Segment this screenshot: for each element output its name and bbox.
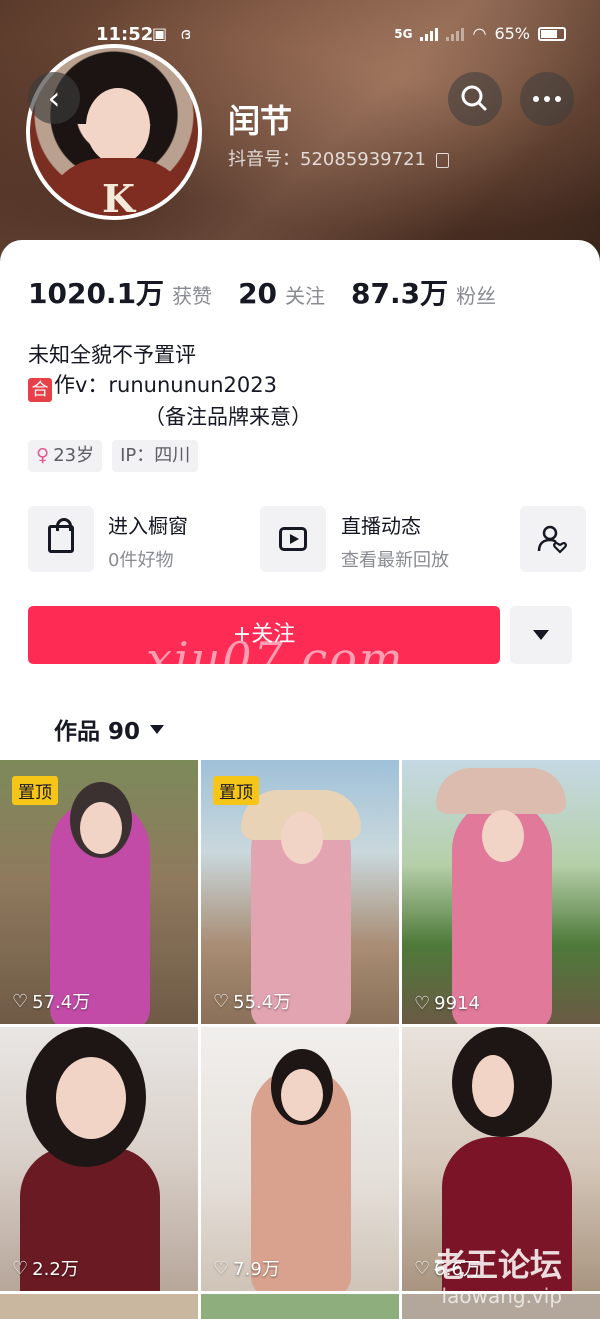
shop-title: 进入橱窗 (108, 514, 188, 538)
battery-icon (538, 26, 566, 41)
friend-button[interactable] (520, 506, 586, 572)
heart-outline-icon: ♡ (12, 1257, 29, 1279)
likes-count: 7.9万 (233, 1259, 280, 1280)
thumbnail-face (56, 1057, 126, 1139)
stat-value: 87.3万 (351, 277, 449, 310)
add-friend-heart-icon (537, 525, 567, 554)
pinned-badge: 置顶 (12, 776, 58, 805)
stat-followers[interactable]: 87.3万 粉丝 (351, 272, 496, 312)
thumbnail-face (80, 802, 122, 854)
battery-percent: 65% (494, 24, 530, 43)
avatar-jacket-letter: K (102, 176, 136, 220)
likes-count: 9914 (434, 993, 480, 1014)
video-likes: ♡ 2.2万 (12, 1255, 79, 1281)
bio-line: 未知全貌不予置评 (28, 343, 196, 367)
avatar-face (86, 88, 150, 164)
bio-contact: 作v：runununun2023 (54, 373, 277, 397)
profile-stats: 1020.1万 获赞 20 关注 87.3万 粉丝 (28, 272, 522, 312)
wifi-icon: ◠ (472, 24, 487, 43)
age-label: 23岁 (53, 445, 95, 466)
status-indicators: 5G ◠ 65% (394, 24, 566, 43)
thumbnail-face (281, 1069, 323, 1121)
video-thumbnail[interactable]: ♡ 2.2万 (0, 1027, 198, 1291)
profile-bio: 未知全貌不予置评 合作v：runununun2023 （备注品牌来意） (28, 340, 312, 432)
shopping-bag-icon (48, 518, 74, 553)
female-icon: ♀ (36, 445, 50, 466)
more-dot-icon (533, 96, 539, 102)
copy-icon[interactable] (435, 152, 449, 168)
works-tab-label: 作品 90 (54, 719, 141, 745)
video-likes: ♡ 55.4万 (213, 988, 291, 1014)
more-dot-icon (555, 96, 561, 102)
shop-subtitle: 0件好物 (108, 550, 174, 571)
heart-outline-icon: ♡ (414, 1257, 431, 1279)
likes-count: 57.4万 (32, 992, 91, 1013)
tab-works[interactable]: 作品 90 (54, 712, 165, 746)
back-button[interactable]: ‹ (28, 72, 80, 124)
video-thumbnail[interactable]: ♡ 9914 (402, 760, 600, 1024)
heart-outline-icon: ♡ (414, 993, 431, 1014)
chevron-left-icon: ‹ (47, 79, 61, 117)
status-bar: 11:52 ▣ ദ 5G ◠ 65% (0, 22, 600, 52)
account-id-row[interactable]: 抖音号：52085939721 (228, 145, 449, 171)
account-id: 抖音号：52085939721 (228, 149, 426, 170)
thumbnail-hat (436, 768, 566, 814)
live-subtitle: 查看最新回放 (341, 550, 449, 571)
ip-tag: IP：四川 (112, 440, 199, 472)
watermark-text: xiu07.com (146, 632, 405, 686)
signal-icon (420, 27, 439, 41)
video-likes: ♡ 57.4万 (12, 988, 90, 1014)
search-button[interactable] (448, 72, 502, 126)
watermark-title: 老王论坛 (434, 1246, 563, 1284)
heart-outline-icon: ♡ (12, 990, 29, 1012)
heart-outline-icon: ♡ (213, 1257, 230, 1279)
more-options-button[interactable] (520, 72, 574, 126)
stat-following[interactable]: 20 关注 (238, 277, 325, 310)
video-thumbnail[interactable]: 置顶 ♡ 57.4万 (0, 760, 198, 1024)
live-icon-box (260, 506, 326, 572)
pinned-badge: 置顶 (213, 776, 259, 805)
stat-likes[interactable]: 1020.1万 获赞 (28, 272, 212, 312)
thumbnail-face (482, 810, 524, 862)
likes-count: 2.2万 (32, 1259, 79, 1280)
video-thumbnail[interactable] (0, 1294, 198, 1319)
avatar[interactable]: K (26, 44, 202, 220)
profile-tags: ♀ 23岁 IP：四川 (28, 440, 199, 472)
stat-label: 获赞 (172, 284, 213, 308)
network-type: 5G (394, 26, 413, 41)
video-likes: ♡ 9914 (414, 993, 480, 1014)
signal-sim2-icon (446, 27, 465, 41)
bio-line: （备注品牌来意） (144, 405, 312, 429)
status-time: 11:52 (96, 24, 154, 45)
likes-count: 55.4万 (233, 992, 292, 1013)
video-thumbnail[interactable]: 置顶 ♡ 55.4万 (201, 760, 399, 1024)
profile-card: 1020.1万 获赞 20 关注 87.3万 粉丝 未知全貌不予置评 合作v：r… (0, 240, 600, 1319)
bio-line: 合作v：runununun2023 (28, 370, 312, 402)
thumbnail-face (472, 1055, 514, 1117)
shop-icon-box (28, 506, 94, 572)
age-tag: ♀ 23岁 (28, 440, 103, 472)
search-icon (461, 85, 487, 111)
forum-watermark: 老王论坛 laowang.vip (434, 1240, 562, 1308)
stat-value: 1020.1万 (28, 277, 165, 310)
cooperation-badge: 合 (28, 378, 52, 402)
caret-down-icon (533, 630, 549, 640)
heart-outline-icon: ♡ (213, 990, 230, 1012)
watermark-url: laowang.vip (441, 1284, 563, 1308)
profile-nickname: 闰节 (228, 102, 293, 140)
video-thumbnail[interactable]: ♡ 7.9万 (201, 1027, 399, 1291)
thumbnail-face (281, 812, 323, 864)
caret-down-icon (150, 724, 165, 734)
notification-icons: ▣ ദ (152, 24, 195, 43)
video-likes: ♡ 7.9万 (213, 1255, 280, 1281)
more-dot-icon (544, 96, 550, 102)
stat-value: 20 (238, 277, 278, 310)
live-title: 直播动态 (341, 514, 421, 538)
tv-play-icon (279, 527, 307, 551)
stat-label: 粉丝 (456, 284, 497, 308)
stat-label: 关注 (285, 284, 326, 308)
shortcut-row: 进入橱窗 0件好物 直播动态 查看最新回放 (28, 506, 588, 572)
video-thumbnail[interactable] (201, 1294, 399, 1319)
recommend-dropdown-button[interactable] (510, 606, 572, 664)
